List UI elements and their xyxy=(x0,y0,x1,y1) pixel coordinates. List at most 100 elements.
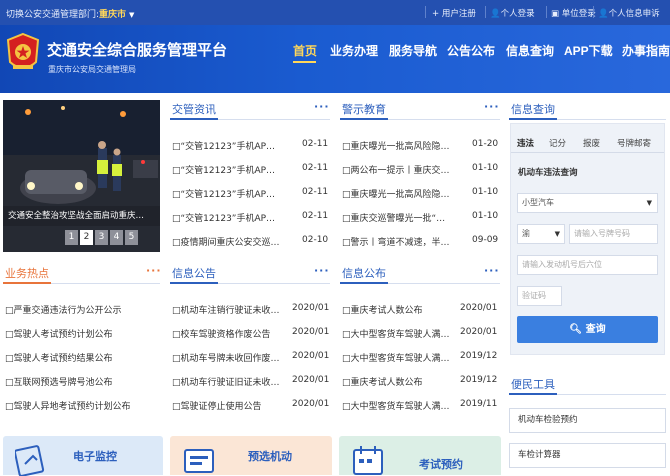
calendar-icon xyxy=(353,446,383,475)
site-header: 交通安全综合服务管理平台 重庆市公安局交通管理局 首页 业务办理 服务导航 公告… xyxy=(0,25,670,93)
list-item[interactable]: □驾驶人考试预约结果公布 xyxy=(5,351,160,364)
more-traffic-news-button[interactable]: ··· xyxy=(314,100,330,113)
list-item[interactable]: □校车驾驶资格作废公告 xyxy=(172,327,284,340)
list-item[interactable]: □大中型客货车驾驶人满… xyxy=(342,351,454,364)
card-e-monitoring[interactable]: 电子监控 xyxy=(3,436,163,476)
plate-prefix-select[interactable]: 渝 ▼ xyxy=(517,224,565,244)
card-label: 电子监控 xyxy=(73,450,117,463)
list-item[interactable]: □重庆考试人数公布 xyxy=(342,303,454,316)
more-info-publish-button[interactable]: ··· xyxy=(484,264,500,277)
section-accent xyxy=(170,282,218,284)
tab-scrap[interactable]: 报废 xyxy=(583,137,600,149)
list-item[interactable]: □驾驶证停止使用公告 xyxy=(172,399,284,412)
tab-violation[interactable]: 违法 xyxy=(517,137,534,149)
nav-announcements[interactable]: 公告公布 xyxy=(447,42,495,59)
carousel-dot[interactable]: 5 xyxy=(125,230,138,245)
nav-app-download[interactable]: APP下载 xyxy=(564,42,613,59)
unit-login-label: 单位登录 xyxy=(561,9,596,19)
list-item[interactable]: □机动车注销行驶证未收… xyxy=(172,303,284,316)
carousel-dot-active[interactable]: 2 xyxy=(80,230,93,245)
user-icon: 👤 xyxy=(598,9,609,19)
section-title-info-publish: 信息公布 xyxy=(342,267,386,280)
list-item[interactable]: □重庆曝光一批高风险隐… xyxy=(342,187,454,200)
camera-icon xyxy=(15,445,45,476)
news-carousel[interactable]: 交通安全整治攻坚战全面启动重庆… 1 2 3 4 5 xyxy=(3,100,160,252)
police-emblem-icon xyxy=(6,32,40,69)
site-title: 交通安全综合服务管理平台 xyxy=(47,42,228,59)
list-item[interactable]: □“交管12123”手机AP… xyxy=(172,163,284,176)
section-title-info-notice: 信息公告 xyxy=(172,267,216,280)
caret-down-icon: ▼ xyxy=(646,199,652,207)
more-warning-edu-button[interactable]: ··· xyxy=(484,100,500,113)
nav-business[interactable]: 业务办理 xyxy=(330,42,378,59)
nav-guide[interactable]: 办事指南 xyxy=(622,42,670,59)
carousel-dot[interactable]: 4 xyxy=(110,230,123,245)
carousel-dot[interactable]: 1 xyxy=(65,230,78,245)
list-item[interactable]: □“交管12123”手机AP… xyxy=(172,187,284,200)
building-icon: ▣ xyxy=(551,9,562,19)
list-item[interactable]: □两公布一提示丨重庆交… xyxy=(342,163,454,176)
card-label: 考试预约 xyxy=(419,458,463,471)
list-item[interactable]: □大中型客货车驾驶人满… xyxy=(342,327,454,340)
list-item[interactable]: □疫情期间重庆公安交巡… xyxy=(172,235,284,248)
list-item[interactable]: □“交管12123”手机AP… xyxy=(172,211,284,224)
list-item-date: 02-11 xyxy=(302,187,329,197)
tab-points[interactable]: 记分 xyxy=(549,137,566,149)
tool-inspection-booking[interactable]: 机动车检验预约 xyxy=(509,408,666,433)
chevron-down-icon[interactable]: ▼ xyxy=(129,11,134,19)
tab-plate-mail[interactable]: 号牌邮寄 xyxy=(617,137,651,149)
section-title-traffic-news: 交管资讯 xyxy=(172,103,216,116)
carousel-dot[interactable]: 3 xyxy=(95,230,108,245)
nav-info-query[interactable]: 信息查询 xyxy=(506,42,554,59)
list-item[interactable]: □机动车行驶证旧证未收… xyxy=(172,375,284,388)
nav-service-guide[interactable]: 服务导航 xyxy=(389,42,437,59)
site-subtitle: 重庆市公安局交通管理局 xyxy=(48,65,136,74)
engine-number-input[interactable]: 请输入发动机号后六位 xyxy=(517,255,658,275)
list-item[interactable]: □驾驶人考试预约计划公布 xyxy=(5,327,160,340)
appeal-link[interactable]: 👤个人信息申诉 xyxy=(598,7,660,19)
section-accent xyxy=(340,118,388,120)
card-preselect-plate[interactable]: 预选机动 xyxy=(170,436,332,475)
list-item[interactable]: □互联网预选号牌号池公布 xyxy=(5,375,160,388)
query-subtitle: 机动车违法查询 xyxy=(518,168,578,178)
more-info-notice-button[interactable]: ··· xyxy=(314,264,330,277)
user-icon: 👤 xyxy=(490,9,501,19)
list-item-date: 2020/01 xyxy=(460,327,498,337)
list-item[interactable]: □重庆交巡警曝光一批“… xyxy=(342,211,454,224)
list-item[interactable]: □重庆考试人数公布 xyxy=(342,375,454,388)
query-button[interactable]: 🔍︎ 查询 xyxy=(517,316,658,343)
more-hot-topics-button[interactable]: ··· xyxy=(146,264,162,277)
top-bar: 切换公安交通管理部门:重庆市 ▼ + 用户注册 👤个人登录 ▣ 单位登录 👤个人… xyxy=(0,0,670,25)
list-item[interactable]: □大中型客货车驾驶人满… xyxy=(342,399,454,412)
plate-prefix-value: 渝 xyxy=(522,229,530,238)
personal-login-link[interactable]: 👤个人登录 xyxy=(490,7,535,19)
list-item[interactable]: □警示丨弯道不减速，半… xyxy=(342,235,454,248)
list-item[interactable]: □驾驶人异地考试预约计划公布 xyxy=(5,399,160,412)
search-icon: 🔍︎ xyxy=(569,324,586,335)
license-plate-icon xyxy=(184,449,214,473)
unit-login-link[interactable]: ▣ 单位登录 xyxy=(551,7,596,19)
list-item-date: 01-20 xyxy=(472,139,499,149)
list-item-date: 01-10 xyxy=(472,187,499,197)
captcha-input[interactable]: 验证码 xyxy=(517,286,562,306)
dept-switcher[interactable]: 切换公安交通管理部门:重庆市 ▼ xyxy=(6,7,134,20)
card-exam-booking[interactable]: 考试预约 xyxy=(339,436,501,475)
current-dept[interactable]: 重庆市 xyxy=(99,10,126,20)
tool-inspection-calculator[interactable]: 车检计算器 xyxy=(509,443,666,468)
list-item-date: 2020/01 xyxy=(292,399,330,409)
vehicle-type-select[interactable]: 小型汽车 ▼ xyxy=(517,193,658,213)
plate-number-input[interactable]: 请输入号牌号码 xyxy=(569,224,658,244)
caret-down-icon: ▼ xyxy=(554,230,560,238)
list-item[interactable]: □“交管12123”手机AP… xyxy=(172,139,284,152)
personal-login-label: 个人登录 xyxy=(500,9,535,19)
list-item-date: 01-10 xyxy=(472,163,499,173)
list-item[interactable]: □严重交通违法行为公开公示 xyxy=(5,303,160,316)
list-item[interactable]: □机动车号牌未收回作废… xyxy=(172,351,284,364)
list-item[interactable]: □重庆曝光一批高风险隐… xyxy=(342,139,454,152)
nav-active-indicator xyxy=(293,61,316,63)
nav-home[interactable]: 首页 xyxy=(293,42,317,59)
section-title-warning-edu: 警示教育 xyxy=(342,103,386,116)
carousel-caption: 交通安全整治攻坚战全面启动重庆… xyxy=(3,206,160,226)
list-item-date: 01-10 xyxy=(472,211,499,221)
register-link[interactable]: + 用户注册 xyxy=(432,7,476,19)
